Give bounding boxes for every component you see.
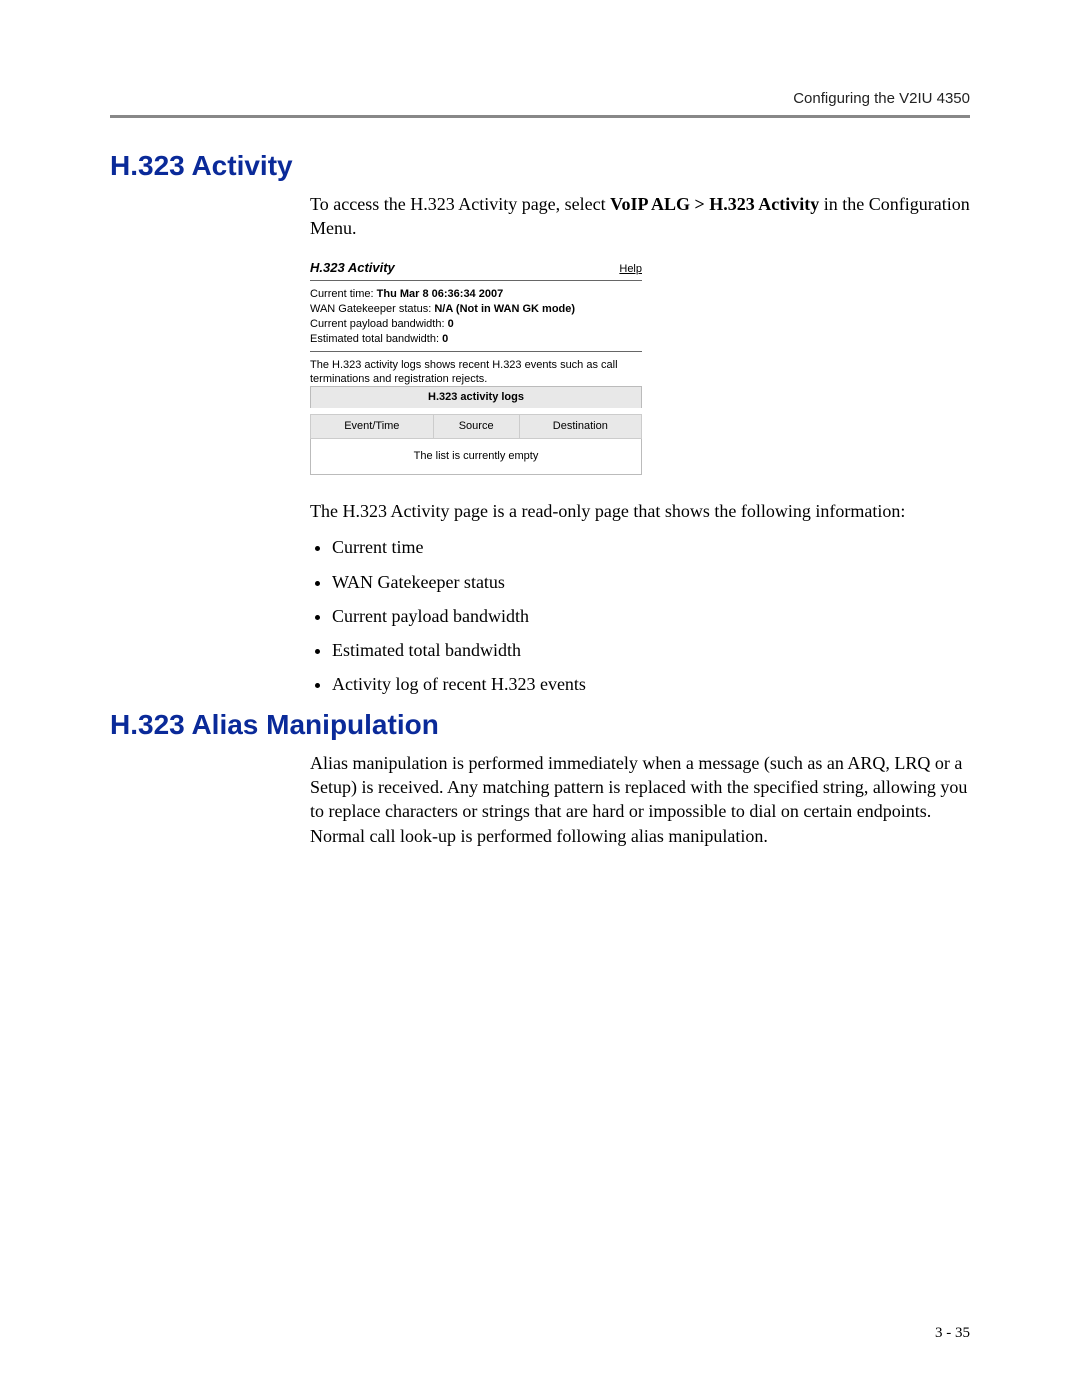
activity-log-table: Event/Time Source Destination The list i… <box>310 414 642 475</box>
header-rule <box>110 115 970 118</box>
panel-head-row: H.323 Activity Help <box>310 259 642 277</box>
panel-status-block: Current time: Thu Mar 8 06:36:34 2007 WA… <box>310 287 642 346</box>
list-item: Current payload bandwidth <box>332 604 970 628</box>
current-time-value: Thu Mar 8 06:36:34 2007 <box>377 288 504 300</box>
est-bw-label: Estimated total bandwidth: <box>310 333 442 345</box>
section1-body: To access the H.323 Activity page, selec… <box>310 192 970 697</box>
payload-bw-row: Current payload bandwidth: 0 <box>310 317 642 332</box>
gatekeeper-value: N/A (Not in WAN GK mode) <box>434 303 575 315</box>
panel-sep-1 <box>310 280 642 281</box>
info-bullet-list: Current time WAN Gatekeeper status Curre… <box>310 535 970 696</box>
list-item: Activity log of recent H.323 events <box>332 672 970 696</box>
empty-message: The list is currently empty <box>311 439 642 475</box>
embedded-panel: H.323 Activity Help Current time: Thu Ma… <box>310 259 642 475</box>
intro-paragraph: To access the H.323 Activity page, selec… <box>310 192 970 241</box>
panel-title: H.323 Activity <box>310 259 395 277</box>
page-number: 3 - 35 <box>935 1325 970 1342</box>
section-heading-h323-activity: H.323 Activity <box>110 150 970 182</box>
menu-path: VoIP ALG > H.323 Activity <box>610 194 819 214</box>
list-item: Estimated total bandwidth <box>332 638 970 662</box>
current-time-row: Current time: Thu Mar 8 06:36:34 2007 <box>310 287 642 302</box>
panel-note: The H.323 activity logs shows recent H.3… <box>310 358 642 387</box>
col-event-time: Event/Time <box>311 415 434 439</box>
after-panel-paragraph: The H.323 Activity page is a read-only p… <box>310 499 970 523</box>
col-destination: Destination <box>519 415 641 439</box>
page: Configuring the V2IU 4350 H.323 Activity… <box>0 0 1080 1397</box>
table-header-row: Event/Time Source Destination <box>311 415 642 439</box>
est-bw-row: Estimated total bandwidth: 0 <box>310 332 642 347</box>
alias-paragraph: Alias manipulation is performed immediat… <box>310 751 970 848</box>
section-heading-alias-manipulation: H.323 Alias Manipulation <box>110 709 970 741</box>
section2-body: Alias manipulation is performed immediat… <box>310 751 970 848</box>
payload-bw-value: 0 <box>448 318 454 330</box>
col-source: Source <box>433 415 519 439</box>
running-head: Configuring the V2IU 4350 <box>110 90 970 107</box>
est-bw-value: 0 <box>442 333 448 345</box>
gatekeeper-row: WAN Gatekeeper status: N/A (Not in WAN G… <box>310 302 642 317</box>
panel-sep-2 <box>310 351 642 352</box>
list-item: Current time <box>332 535 970 559</box>
current-time-label: Current time: <box>310 288 377 300</box>
payload-bw-label: Current payload bandwidth: <box>310 318 448 330</box>
help-link[interactable]: Help <box>619 262 642 277</box>
gatekeeper-label: WAN Gatekeeper status: <box>310 303 434 315</box>
intro-pre: To access the H.323 Activity page, selec… <box>310 194 610 214</box>
list-item: WAN Gatekeeper status <box>332 570 970 594</box>
table-row-empty: The list is currently empty <box>311 439 642 475</box>
log-table-caption: H.323 activity logs <box>310 386 642 408</box>
